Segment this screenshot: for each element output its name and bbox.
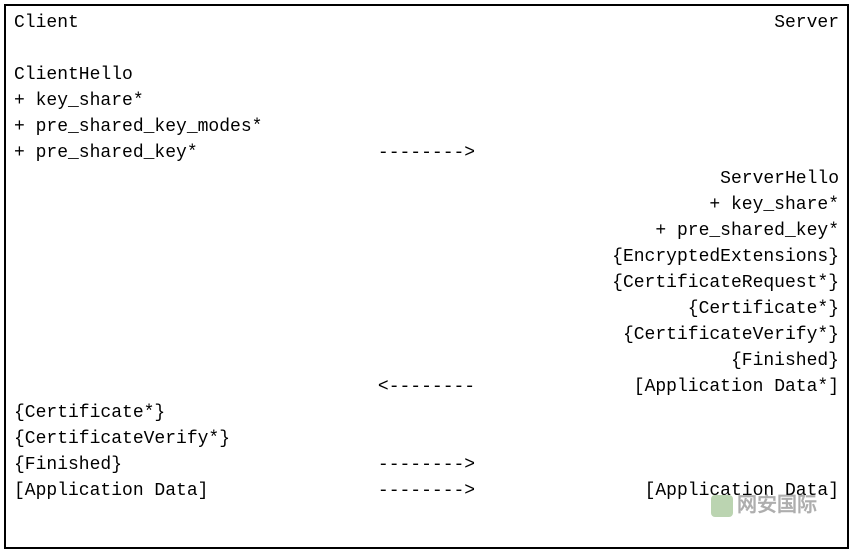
arrow-right-icon: -------->	[378, 140, 475, 166]
server-certificate-verify: {CertificateVerify*}	[623, 322, 839, 348]
certificate-request: {CertificateRequest*}	[612, 270, 839, 296]
client-psk-modes: + pre_shared_key_modes*	[14, 114, 262, 140]
encrypted-extensions-line: {EncryptedExtensions}	[14, 244, 839, 270]
client-hello-line: ClientHello	[14, 62, 839, 88]
client-header: Client	[14, 10, 79, 36]
client-hello-msg: ClientHello	[14, 62, 133, 88]
server-appdata-line: <-------- [Application Data*]	[14, 374, 839, 400]
client-psk: + pre_shared_key*	[14, 140, 198, 166]
client-finished-line: {Finished} -------->	[14, 452, 839, 478]
client-keyshare: + key_share*	[14, 88, 144, 114]
server-certificate: {Certificate*}	[688, 296, 839, 322]
server-keyshare: + key_share*	[709, 192, 839, 218]
tls-handshake-diagram: Client Server ClientHello + key_share* +…	[4, 4, 849, 549]
server-appdata-final: [Application Data]	[645, 478, 839, 504]
server-finished-line: {Finished}	[14, 348, 839, 374]
server-hello-line: ServerHello	[14, 166, 839, 192]
server-keyshare-line: + key_share*	[14, 192, 839, 218]
client-finished: {Finished}	[14, 452, 122, 478]
appdata-exchange-line: [Application Data] --------> [Applicatio…	[14, 478, 839, 504]
server-appdata: [Application Data*]	[634, 374, 839, 400]
client-certificate-line: {Certificate*}	[14, 400, 839, 426]
client-certificate: {Certificate*}	[14, 400, 165, 426]
client-certificate-verify-line: {CertificateVerify*}	[14, 426, 839, 452]
spacer	[14, 36, 839, 62]
encrypted-extensions: {EncryptedExtensions}	[612, 244, 839, 270]
server-hello-msg: ServerHello	[720, 166, 839, 192]
header-row: Client Server	[14, 10, 839, 36]
client-keyshare-line: + key_share*	[14, 88, 839, 114]
client-psk-line: + pre_shared_key* -------->	[14, 140, 839, 166]
client-certificate-verify: {CertificateVerify*}	[14, 426, 230, 452]
server-certificate-line: {Certificate*}	[14, 296, 839, 322]
server-psk-line: + pre_shared_key*	[14, 218, 839, 244]
client-appdata: [Application Data]	[14, 478, 208, 504]
arrow-right-icon-2: -------->	[378, 452, 475, 478]
server-header: Server	[774, 10, 839, 36]
client-psk-modes-line: + pre_shared_key_modes*	[14, 114, 839, 140]
server-psk: + pre_shared_key*	[655, 218, 839, 244]
server-certificate-verify-line: {CertificateVerify*}	[14, 322, 839, 348]
arrow-left-icon: <--------	[378, 374, 475, 400]
arrow-right-icon-3: -------->	[378, 478, 475, 504]
certificate-request-line: {CertificateRequest*}	[14, 270, 839, 296]
server-finished: {Finished}	[731, 348, 839, 374]
